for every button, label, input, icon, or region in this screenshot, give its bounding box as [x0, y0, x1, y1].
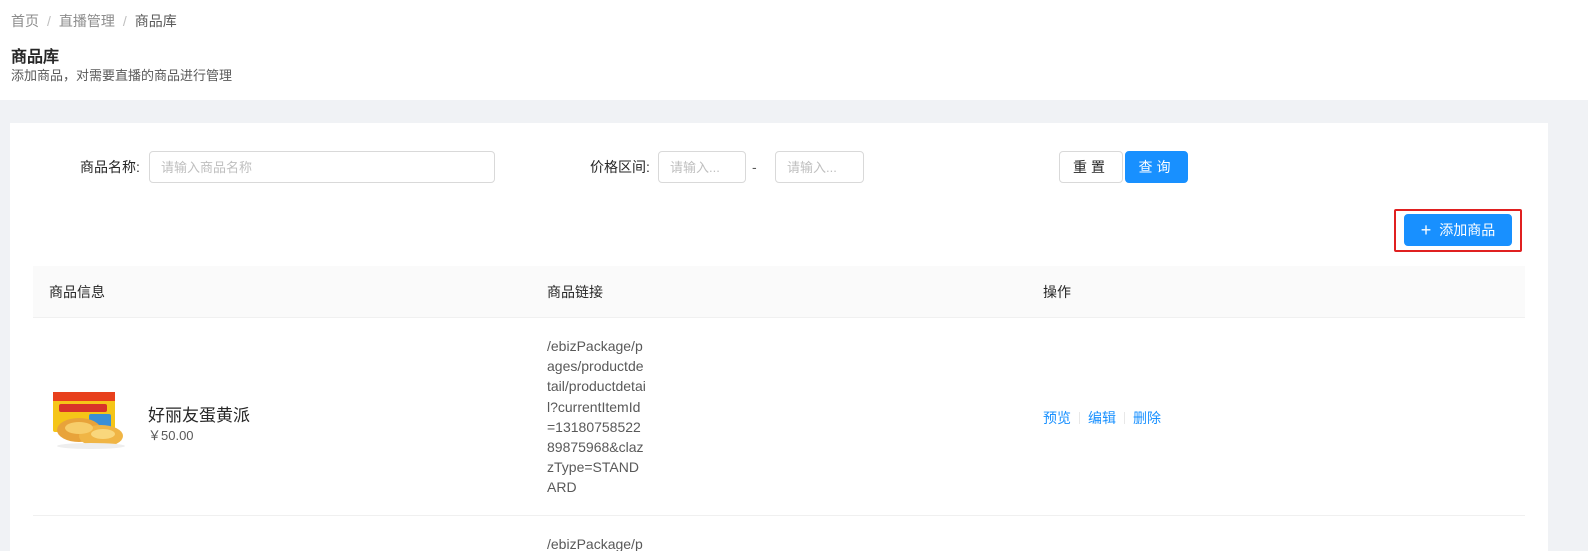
page-title: 商品库 — [11, 49, 60, 66]
add-product-button[interactable]: + 添加商品 — [1404, 214, 1512, 246]
content-card: 商品名称: 价格区间: - 重置 查询 + 添加商品 商品信息 商品链接 操作 — [10, 123, 1548, 551]
product-table: 商品信息 商品链接 操作 好丽友蛋黄派 ￥50.00 /ebizPackage/… — [33, 266, 1525, 551]
price-min-input[interactable] — [658, 151, 746, 183]
row-actions: 预览 编辑 删除 — [1043, 408, 1161, 428]
table-row: /ebizPackage/p — [33, 516, 1525, 551]
product-thumbnail — [53, 392, 125, 449]
table-row: 好丽友蛋黄派 ￥50.00 /ebizPackage/pages/product… — [33, 318, 1525, 516]
product-name: 好丽友蛋黄派 — [148, 406, 250, 425]
breadcrumb-home[interactable]: 首页 — [11, 11, 39, 31]
page-description: 添加商品，对需要直播的商品进行管理 — [11, 68, 233, 83]
action-divider — [1079, 412, 1080, 424]
action-divider — [1124, 412, 1125, 424]
delete-link[interactable]: 删除 — [1133, 408, 1161, 428]
product-link: /ebizPackage/pages/productdetail/product… — [547, 338, 646, 496]
price-range-separator: - — [752, 159, 757, 175]
breadcrumb: 首页 / 直播管理 / 商品库 — [11, 11, 177, 31]
query-button[interactable]: 查询 — [1125, 151, 1188, 183]
preview-link[interactable]: 预览 — [1043, 408, 1071, 428]
add-product-label: 添加商品 — [1439, 222, 1496, 238]
column-header-product-link: 商品链接 — [547, 284, 603, 300]
plus-icon: + — [1420, 220, 1432, 240]
breadcrumb-separator: / — [47, 13, 51, 29]
edit-link[interactable]: 编辑 — [1088, 408, 1116, 428]
reset-button[interactable]: 重置 — [1059, 151, 1123, 183]
breadcrumb-live[interactable]: 直播管理 — [59, 11, 115, 31]
breadcrumb-current: 商品库 — [134, 13, 177, 29]
price-max-input[interactable] — [775, 151, 864, 183]
page-header: 首页 / 直播管理 / 商品库 商品库 添加商品，对需要直播的商品进行管理 — [0, 0, 1588, 100]
breadcrumb-separator: / — [122, 13, 127, 29]
table-header: 商品信息 商品链接 操作 — [33, 266, 1525, 318]
product-name-input[interactable] — [149, 151, 495, 183]
product-price: ￥50.00 — [148, 428, 194, 443]
column-header-actions: 操作 — [1043, 284, 1071, 300]
product-link: /ebizPackage/p — [547, 536, 643, 551]
product-name-label: 商品名称: — [80, 159, 140, 175]
price-range-label: 价格区间: — [590, 159, 650, 175]
column-header-product-info: 商品信息 — [49, 284, 105, 300]
